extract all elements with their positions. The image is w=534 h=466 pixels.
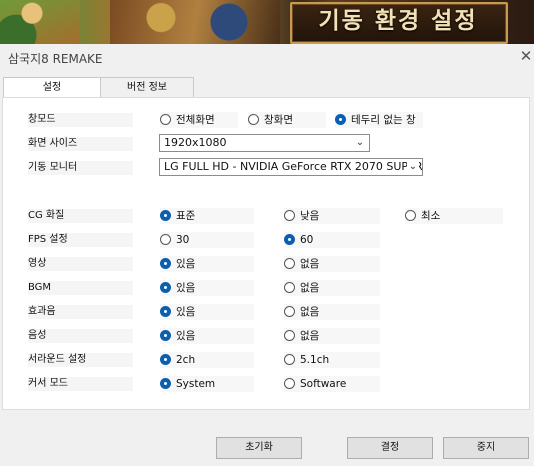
radio-indicator-selected: [160, 306, 171, 317]
close-icon[interactable]: ✕: [518, 46, 534, 66]
radio-cursor-software[interactable]: Software: [284, 376, 380, 392]
radio-indicator: [284, 210, 295, 221]
radio-indicator: [248, 114, 259, 125]
radio-indicator: [160, 234, 171, 245]
label-monitor: 기동 모니터: [28, 161, 133, 175]
resolution-dropdown[interactable]: 1920x1080 ⌄: [159, 134, 370, 152]
radio-cursor-system[interactable]: System: [160, 376, 254, 392]
radio-surround-2ch[interactable]: 2ch: [160, 352, 254, 368]
monitor-dropdown[interactable]: LG FULL HD - NVIDIA GeForce RTX 2070 SUP…: [159, 158, 423, 176]
radio-voice-on[interactable]: 있음: [160, 328, 254, 344]
label-cg-quality: CG 화질: [28, 209, 133, 223]
radio-indicator-selected: [160, 330, 171, 341]
monitor-value: LG FULL HD - NVIDIA GeForce RTX 2070 SUP…: [164, 160, 423, 173]
radio-indicator-selected: [284, 234, 295, 245]
banner-title: 기동 환경 설정: [318, 7, 478, 34]
radio-bgm-off[interactable]: 없음: [284, 280, 380, 296]
radio-surround-51ch[interactable]: 5.1ch: [284, 352, 380, 368]
label-sfx: 효과음: [28, 305, 133, 319]
radio-windowed[interactable]: 창화면: [248, 112, 326, 128]
radio-indicator-selected: [335, 114, 346, 125]
radio-indicator: [284, 330, 295, 341]
window-title: 삼국지8 REMAKE: [8, 52, 103, 66]
radio-indicator: [284, 258, 295, 269]
tab-bar: 설정 버전 정보: [0, 77, 534, 98]
radio-cg-standard[interactable]: 표준: [160, 208, 254, 224]
radio-sfx-off[interactable]: 없음: [284, 304, 380, 320]
radio-indicator-selected: [160, 210, 171, 221]
radio-fullscreen[interactable]: 전체화면: [160, 112, 238, 128]
radio-indicator-selected: [160, 282, 171, 293]
radio-video-on[interactable]: 있음: [160, 256, 254, 272]
cancel-button[interactable]: 중지: [443, 437, 529, 459]
radio-borderless[interactable]: 테두리 없는 창: [335, 112, 423, 128]
radio-sfx-on[interactable]: 있음: [160, 304, 254, 320]
radio-video-off[interactable]: 없음: [284, 256, 380, 272]
banner-art-left: [0, 0, 80, 44]
banner-art-center: [110, 0, 280, 44]
label-surround: 서라운드 설정: [28, 353, 133, 367]
radio-indicator: [284, 378, 295, 389]
header-banner: 기동 환경 설정: [0, 0, 534, 44]
radio-indicator-selected: [160, 354, 171, 365]
label-fps: FPS 설정: [28, 233, 133, 247]
label-window-mode: 창모드: [28, 113, 133, 127]
confirm-button[interactable]: 결정: [347, 437, 433, 459]
radio-indicator-selected: [160, 258, 171, 269]
label-bgm: BGM: [28, 281, 133, 295]
label-cursor-mode: 커서 모드: [28, 377, 133, 391]
radio-indicator: [160, 114, 171, 125]
radio-indicator: [284, 306, 295, 317]
radio-cg-minimum[interactable]: 최소: [405, 208, 503, 224]
radio-indicator-selected: [160, 378, 171, 389]
label-voice: 음성: [28, 329, 133, 343]
radio-indicator: [405, 210, 416, 221]
resolution-value: 1920x1080: [164, 136, 227, 149]
radio-fps-60[interactable]: 60: [284, 232, 380, 248]
radio-cg-low[interactable]: 낮음: [284, 208, 380, 224]
reset-button[interactable]: 초기화: [216, 437, 302, 459]
radio-indicator: [284, 282, 295, 293]
tab-version-info[interactable]: 버전 정보: [100, 77, 194, 97]
radio-indicator: [284, 354, 295, 365]
label-video: 영상: [28, 257, 133, 271]
tab-settings[interactable]: 설정: [3, 77, 101, 98]
radio-bgm-on[interactable]: 있음: [160, 280, 254, 296]
radio-fps-30[interactable]: 30: [160, 232, 254, 248]
radio-voice-off[interactable]: 없음: [284, 328, 380, 344]
chevron-down-icon: ⌄: [354, 135, 366, 151]
chevron-down-icon: ⌄: [407, 159, 419, 175]
label-resolution: 화면 사이즈: [28, 137, 133, 151]
